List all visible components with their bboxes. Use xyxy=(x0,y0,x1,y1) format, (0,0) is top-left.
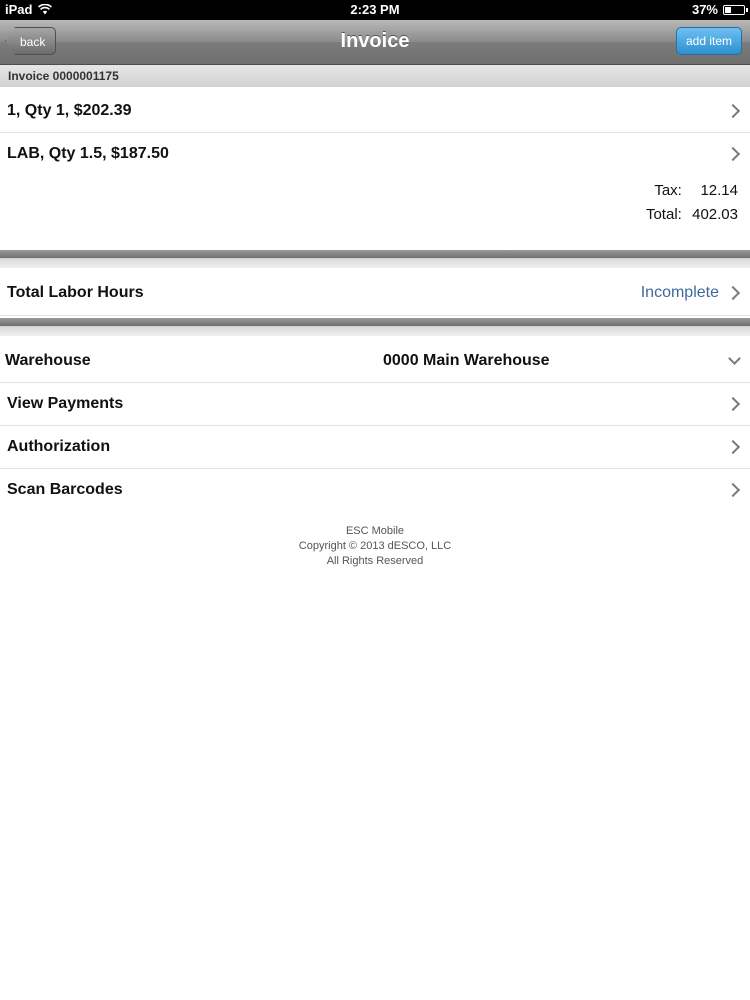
line-item-label: 1, Qty 1, $202.39 xyxy=(7,102,132,119)
total-line: Total: 402.03 xyxy=(646,206,738,223)
clock: 2:23 PM xyxy=(350,2,400,17)
tax-value: 12.14 xyxy=(700,182,738,199)
chevron-right-icon xyxy=(725,103,741,119)
chevron-down-icon xyxy=(728,352,741,365)
tax-line: Tax: 12.14 xyxy=(654,182,738,199)
invoice-line-item[interactable]: 1, Qty 1, $202.39 xyxy=(0,90,750,133)
chevron-right-icon xyxy=(725,285,741,301)
chevron-right-icon xyxy=(725,146,741,162)
battery-percent: 37% xyxy=(691,2,718,17)
tax-label: Tax: xyxy=(654,182,682,199)
navigation-bar: back Invoice add item xyxy=(0,20,750,65)
authorization-label: Authorization xyxy=(7,438,111,455)
invoice-number: Invoice 0000001175 xyxy=(8,69,119,83)
scan-barcodes-label: Scan Barcodes xyxy=(7,481,123,498)
invoice-line-item[interactable]: LAB, Qty 1.5, $187.50 xyxy=(0,133,750,176)
add-item-button[interactable]: add item xyxy=(675,27,742,55)
page-title: Invoice xyxy=(340,30,410,52)
authorization-row[interactable]: Authorization xyxy=(0,426,750,469)
total-value: 402.03 xyxy=(692,206,738,223)
total-label: Total: xyxy=(645,206,682,223)
scan-barcodes-row[interactable]: Scan Barcodes xyxy=(0,469,750,512)
invoice-header: Invoice 0000001175 xyxy=(0,65,750,87)
warehouse-value: 0000 Main Warehouse xyxy=(383,352,550,369)
warehouse-select[interactable]: Warehouse 0000 Main Warehouse xyxy=(0,340,750,383)
section-divider xyxy=(0,250,750,268)
footer: ESC Mobile Copyright © 2013 dESCO, LLC A… xyxy=(0,524,750,569)
labor-hours-label: Total Labor Hours xyxy=(7,284,144,301)
line-item-label: LAB, Qty 1.5, $187.50 xyxy=(7,145,169,162)
rights-reserved: All Rights Reserved xyxy=(326,555,424,567)
view-payments-row[interactable]: View Payments xyxy=(0,383,750,426)
chevron-right-icon xyxy=(725,439,741,455)
labor-status: Incomplete xyxy=(640,284,719,301)
copyright: Copyright © 2013 dESCO, LLC xyxy=(298,540,452,552)
app-name: ESC Mobile xyxy=(345,525,405,537)
labor-hours-row[interactable]: Total Labor Hours Incomplete xyxy=(0,272,750,316)
chevron-right-icon xyxy=(725,482,741,498)
section-divider xyxy=(0,318,750,336)
view-payments-label: View Payments xyxy=(7,395,124,412)
chevron-right-icon xyxy=(725,396,741,412)
warehouse-label: Warehouse xyxy=(5,352,91,369)
status-bar: iPad 2:23 PM 37% xyxy=(0,0,750,20)
battery-icon xyxy=(723,4,748,15)
